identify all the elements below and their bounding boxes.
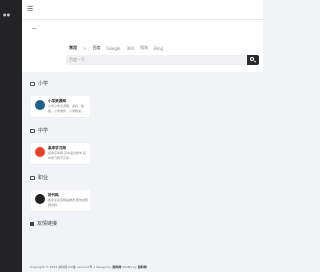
folder-icon (30, 81, 35, 86)
section-title: 小学 (38, 81, 49, 87)
section-header-vocational: 职业 (30, 174, 48, 181)
dash-icon: — (32, 26, 37, 32)
sidebar-logo[interactable]: ●● (3, 12, 11, 17)
card-description: 小学小学资源网，资料，数据，小学课件，小学教案，小... (48, 104, 85, 113)
design-by-link[interactable]: 资料网 (112, 265, 121, 269)
search-panel: — 常用 > 百度 Google 360 搜狗 Bing 百度一下 (22, 20, 263, 72)
menu-icon[interactable]: ☰ (27, 6, 34, 13)
top-bar: ☰ (22, 0, 263, 20)
site-card[interactable]: 好代码 各专业资源网站推送,帮你发帮网资料... (31, 190, 90, 211)
engine-tab-baidu[interactable]: 百度 (92, 45, 100, 51)
card-description: 各专业资源网站推送,帮你发帮网资料... (48, 198, 88, 207)
engine-tab-google[interactable]: Google (106, 46, 120, 51)
search-button[interactable] (247, 55, 259, 65)
section-header-primary: 小学 (30, 80, 48, 87)
friend-links-header: 友情链接 (30, 220, 57, 227)
site-logo-icon (35, 194, 45, 204)
search-category[interactable]: 常用 (69, 45, 77, 51)
footer: Copyright © 2023 资料网 ICP备 xxxxxxx号-1 Des… (30, 265, 147, 269)
site-logo-icon (35, 147, 45, 157)
search-engine-tabs: 常用 > 百度 Google 360 搜狗 Bing (69, 45, 163, 51)
engine-tab-360[interactable]: 360 (126, 46, 134, 51)
section-header-middle: 中学 (30, 127, 48, 134)
link-icon (30, 221, 34, 226)
friend-links-title: 友情链接 (37, 221, 58, 227)
site-card[interactable]: 小学资源网 小学小学资源网，资料，数据，小学课件，小学教案，小... (31, 96, 90, 117)
site-card[interactable]: 高考学习网 初中高考网,高中语文数学,初中学习教育高考... (31, 143, 90, 164)
folder-icon (30, 128, 35, 133)
site-logo-icon (35, 100, 45, 110)
category-separator: > (83, 45, 87, 51)
folder-icon (30, 175, 35, 180)
card-description: 初中高考网,高中语文数学,初中学习教育高考... (48, 151, 86, 160)
engine-tab-bing[interactable]: Bing (154, 46, 163, 51)
sidebar: ●● (0, 0, 22, 272)
modify-by-link[interactable]: 资料网 (138, 265, 147, 269)
engine-tab-sogou[interactable]: 搜狗 (140, 45, 148, 51)
section-title: 中学 (38, 128, 49, 134)
section-title: 职业 (38, 175, 49, 181)
search-input[interactable]: 百度一下 (66, 55, 247, 65)
copyright-text: Copyright © 2023 资料网 ICP备 xxxxxxx号-1 (30, 265, 96, 269)
